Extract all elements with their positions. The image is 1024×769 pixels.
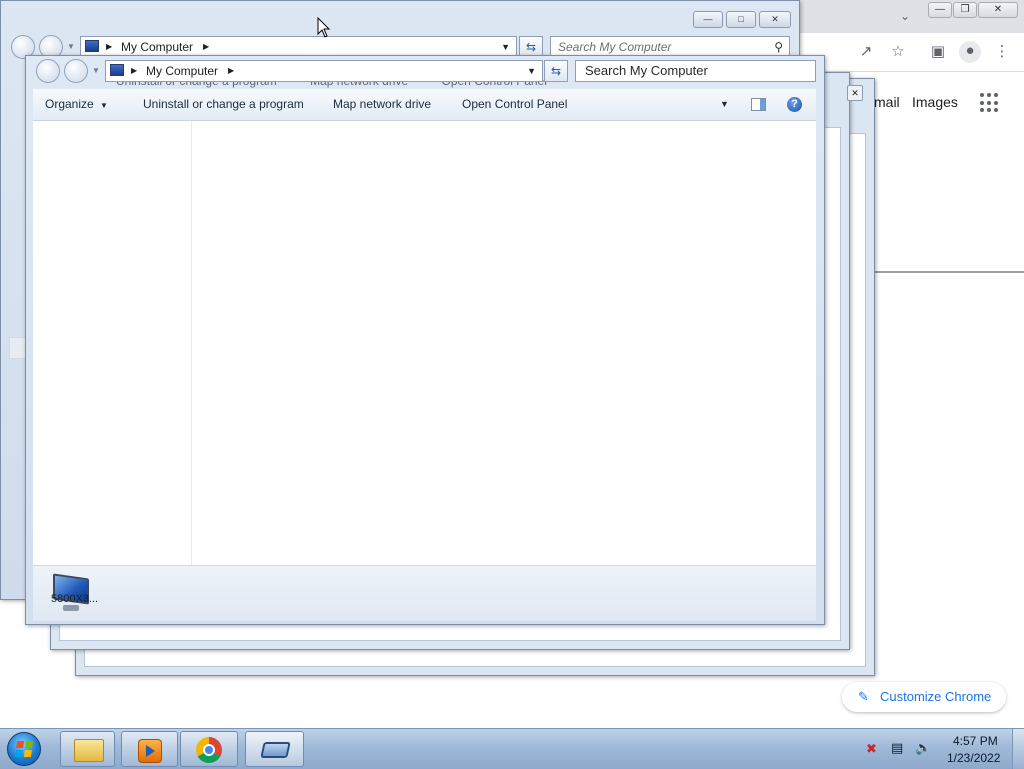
network-icon[interactable]: ▤ <box>891 740 903 756</box>
recent-pages-chevron-icon[interactable]: ▼ <box>67 42 75 51</box>
volume-icon[interactable]: 🔈 <box>915 740 931 756</box>
details-pane: 5800X3... <box>33 565 816 621</box>
window-app-icon <box>260 742 291 758</box>
taskbar-active-window-button[interactable] <box>245 731 304 767</box>
address-text: My Computer <box>146 64 219 78</box>
customize-chrome-button[interactable]: ✎ Customize Chrome <box>842 682 1006 712</box>
forward-arrow-icon[interactable] <box>64 59 88 83</box>
monitor-stand <box>63 605 79 611</box>
navigation-pane[interactable] <box>33 121 192 565</box>
profile-avatar-icon[interactable]: ● <box>959 41 981 63</box>
google-apps-icon[interactable] <box>980 93 1000 113</box>
search-placeholder: Search My Computer <box>558 40 672 54</box>
search-input[interactable]: Search My Computer <box>575 60 816 82</box>
divider-line <box>875 271 1024 273</box>
map-network-drive-button[interactable]: Map network drive <box>333 89 431 120</box>
refresh-icon[interactable]: ⇆ <box>544 60 568 82</box>
help-icon[interactable]: ? <box>787 97 802 112</box>
tab-search-chevron-icon[interactable]: ⌄ <box>895 6 915 26</box>
uninstall-program-button[interactable]: Uninstall or change a program <box>143 89 304 120</box>
organize-label: Organize <box>45 97 94 111</box>
close-button[interactable]: ✕ <box>847 85 863 101</box>
minimize-button[interactable]: — <box>693 11 723 28</box>
media-player-icon <box>138 739 162 763</box>
taskbar-explorer-button[interactable] <box>60 731 115 767</box>
images-link[interactable]: Images <box>912 94 958 110</box>
chrome-menu-icon[interactable]: ⋮ <box>992 42 1012 62</box>
close-button[interactable]: ✕ <box>759 11 791 28</box>
computer-name-text: 5800X3... <box>51 593 99 605</box>
taskbar-chrome-button[interactable] <box>180 731 238 767</box>
breadcrumb-arrow-icon: ▶ <box>228 66 235 75</box>
windows-logo-icon <box>14 741 34 757</box>
breadcrumb-arrow-icon: ▶ <box>106 42 113 51</box>
clock-date[interactable]: 1/23/2022 <box>947 751 1000 765</box>
show-desktop-button[interactable] <box>1012 729 1024 769</box>
clock-time[interactable]: 4:57 PM <box>953 734 998 748</box>
customize-chrome-label: Customize Chrome <box>880 689 992 704</box>
taskbar-media-player-button[interactable] <box>121 731 178 767</box>
address-dropdown-icon[interactable]: ▼ <box>527 61 536 81</box>
view-options-chevron-icon[interactable]: ▼ <box>720 89 729 120</box>
pencil-icon: ✎ <box>858 689 869 704</box>
explorer-window-front[interactable]: Uninstall or change a program Map networ… <box>25 55 825 625</box>
share-icon[interactable]: ↗ <box>856 42 876 62</box>
organize-chevron-icon: ▼ <box>100 101 108 110</box>
search-placeholder: Search My Computer <box>585 63 708 78</box>
back-arrow-icon[interactable] <box>36 59 60 83</box>
chrome-restore-button[interactable]: ❐ <box>953 2 977 18</box>
computer-icon <box>85 40 99 52</box>
search-icon: ⚲ <box>774 40 783 54</box>
computer-icon <box>110 64 124 76</box>
gmail-link[interactable]: mail <box>874 94 900 110</box>
address-bar[interactable]: ▶ My Computer ▶ ▼ <box>105 60 543 82</box>
chrome-close-button[interactable]: ✕ <box>978 2 1018 18</box>
mouse-cursor-icon <box>317 17 331 38</box>
maximize-button[interactable]: □ <box>726 11 756 28</box>
chrome-minimize-button[interactable]: — <box>928 2 952 18</box>
address-text: My Computer <box>121 40 194 54</box>
side-panel-icon[interactable]: ▣ <box>928 42 948 62</box>
taskbar: ✖ ▤ 🔈 4:57 PM 1/23/2022 <box>0 728 1024 769</box>
command-bar: Organize ▼ Uninstall or change a program… <box>33 89 816 121</box>
open-control-panel-button[interactable]: Open Control Panel <box>462 89 567 120</box>
preview-pane-icon[interactable] <box>751 98 766 111</box>
file-list-pane[interactable] <box>192 121 816 565</box>
breadcrumb-arrow-icon: ▶ <box>131 66 138 75</box>
bookmark-star-icon[interactable]: ☆ <box>888 42 908 62</box>
breadcrumb-arrow-icon: ▶ <box>203 42 210 51</box>
recent-pages-chevron-icon[interactable]: ▼ <box>92 66 100 75</box>
organize-button[interactable]: Organize ▼ <box>45 89 108 121</box>
folder-icon <box>74 739 104 762</box>
start-button[interactable] <box>7 732 41 766</box>
chrome-icon <box>196 737 222 763</box>
network-disconnected-icon[interactable]: ✖ <box>866 741 877 757</box>
address-dropdown-icon[interactable]: ▼ <box>501 37 510 57</box>
